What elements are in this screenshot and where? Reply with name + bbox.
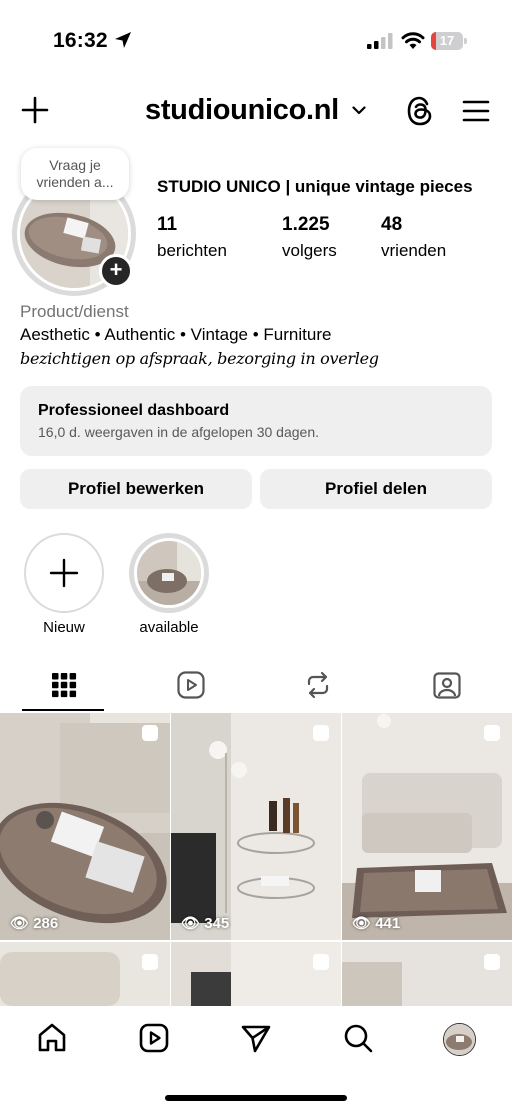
stat-followers[interactable]: 1.225 volgers: [282, 214, 337, 261]
multiple-posts-icon: [313, 954, 329, 970]
add-story-plus-icon[interactable]: +: [99, 254, 133, 288]
stat-posts-label: berichten: [157, 241, 227, 260]
stat-followers-value: 1.225: [282, 214, 330, 235]
username-title[interactable]: studiounico.nl: [145, 94, 339, 127]
professional-dashboard[interactable]: Professioneel dashboard 16,0 d. weergave…: [20, 386, 492, 456]
plus-icon: [49, 558, 79, 588]
edit-profile-button[interactable]: Profiel bewerken: [20, 469, 252, 509]
stat-friends-label: vrienden: [381, 241, 447, 260]
grid-post[interactable]: [0, 942, 170, 1006]
multiple-posts-icon: [313, 725, 329, 741]
profile-category: Product/dienst: [20, 302, 129, 321]
stat-friends-value: 48: [381, 214, 403, 235]
note-bubble[interactable]: Vraag je vrienden a...: [21, 148, 129, 200]
post-views: 👁 286: [10, 915, 59, 932]
status-bar: 16:32 17: [0, 0, 512, 80]
highlight-new[interactable]: Nieuw: [24, 533, 104, 636]
menu-icon[interactable]: [462, 99, 490, 123]
post-photo: [0, 713, 170, 940]
nav-avatar-photo: [444, 1024, 475, 1055]
stat-posts[interactable]: 11 berichten: [157, 214, 227, 261]
battery-indicator: 17: [431, 32, 467, 50]
wifi-icon: [401, 32, 425, 49]
stat-friends[interactable]: 48 vrienden: [381, 214, 446, 261]
home-icon[interactable]: [36, 1022, 68, 1054]
reposts-tab-icon[interactable]: [303, 670, 333, 700]
highlight-new-label: Nieuw: [43, 619, 85, 636]
post-photo: [171, 713, 341, 940]
highlight-available-circle: [129, 533, 209, 613]
grid-post[interactable]: 👁 345: [171, 713, 341, 940]
highlight-photo: [137, 541, 201, 605]
stat-posts-value: 11: [157, 214, 178, 235]
grid-post[interactable]: [171, 942, 341, 1006]
grid-post[interactable]: [342, 942, 512, 1006]
bio-line-1: Aesthetic • Authentic • Vintage • Furnit…: [20, 325, 332, 344]
home-indicator: [165, 1095, 347, 1101]
grid-post[interactable]: 👁 286: [0, 713, 170, 940]
bio-line-2: bezichtigen op afspraak, bezorging in ov…: [20, 349, 379, 368]
multiple-posts-icon: [142, 725, 158, 741]
search-icon[interactable]: [342, 1022, 374, 1054]
grid-icon[interactable]: [49, 670, 79, 700]
dashboard-title: Professioneel dashboard: [38, 402, 230, 419]
post-views: 👁 441: [352, 915, 401, 932]
stat-followers-label: volgers: [282, 241, 337, 260]
status-time: 16:32: [53, 29, 108, 52]
profile-avatar-nav[interactable]: [443, 1023, 476, 1056]
post-photo: [342, 713, 512, 940]
reels-tab-icon[interactable]: [176, 670, 206, 700]
send-icon[interactable]: [240, 1022, 272, 1054]
threads-icon[interactable]: [405, 95, 435, 127]
chevron-down-icon[interactable]: [352, 106, 366, 115]
post-views: 👁 345: [181, 915, 230, 932]
active-tab-indicator: [22, 709, 104, 711]
grid-post[interactable]: 👁 441: [342, 713, 512, 940]
share-profile-button[interactable]: Profiel delen: [260, 469, 492, 509]
display-name: STUDIO UNICO | unique vintage pieces: [157, 177, 473, 196]
dashboard-subtitle: 16,0 d. weergaven in de afgelopen 30 dag…: [38, 424, 320, 440]
multiple-posts-icon: [142, 954, 158, 970]
highlight-available-label: available: [139, 619, 199, 636]
multiple-posts-icon: [484, 954, 500, 970]
create-plus-icon[interactable]: [20, 95, 50, 125]
location-arrow-icon: [115, 32, 131, 48]
highlight-available[interactable]: available: [129, 533, 209, 636]
cellular-signal-icon: [367, 33, 393, 49]
battery-level: 17: [439, 33, 455, 48]
reels-icon[interactable]: [138, 1022, 170, 1054]
highlight-new-circle: [24, 533, 104, 613]
multiple-posts-icon: [484, 725, 500, 741]
tagged-tab-icon[interactable]: [432, 670, 462, 700]
